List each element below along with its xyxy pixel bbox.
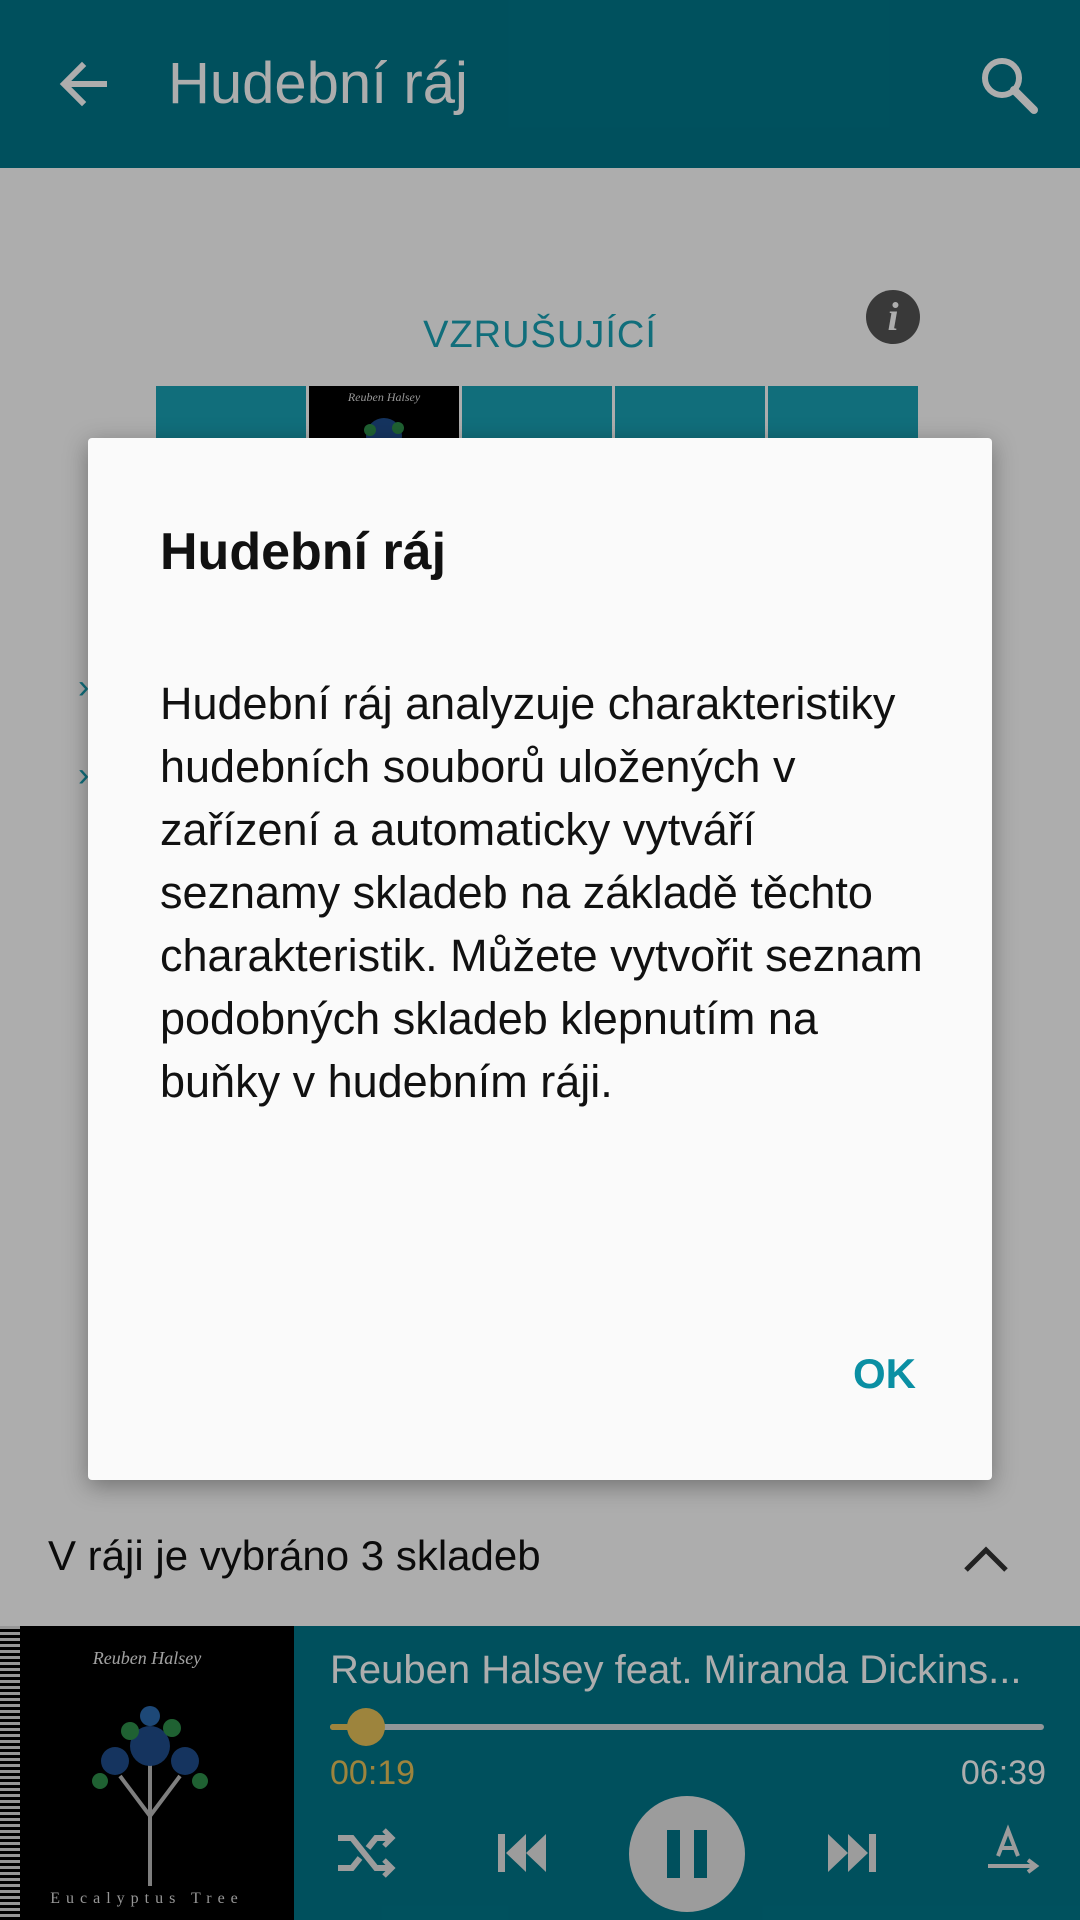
info-dialog: Hudební ráj Hudební ráj analyzuje charak… (88, 438, 992, 1480)
ok-button[interactable]: OK (853, 1344, 916, 1404)
dialog-title: Hudební ráj (160, 523, 447, 581)
dialog-body: Hudební ráj analyzuje charakteristiky hu… (160, 678, 923, 1107)
